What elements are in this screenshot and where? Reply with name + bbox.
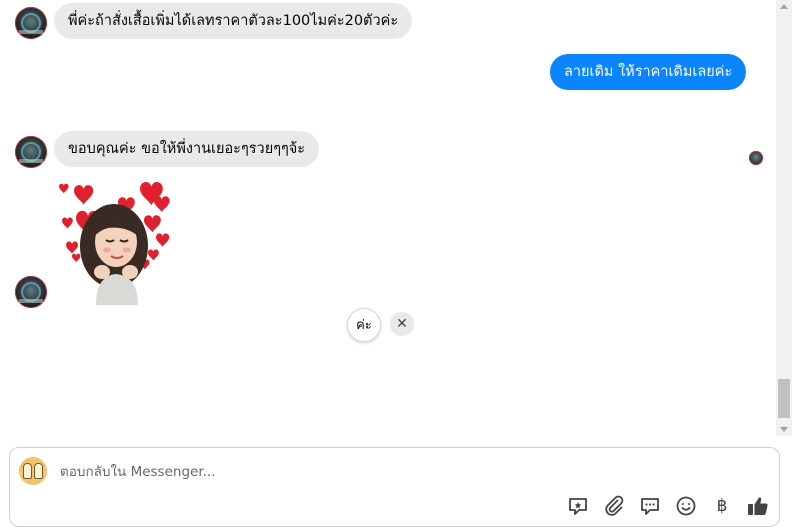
- like-icon[interactable]: [746, 494, 770, 518]
- message-thread: พี่ค่ะถ้าสั่งเสื้อเพิ่มได้เลทราคาตัวละ10…: [0, 0, 776, 436]
- contact-avatar[interactable]: [15, 7, 47, 39]
- outgoing-message: ลายเดิม ให้ราคาเดิมเลยค่ะ: [550, 54, 747, 90]
- scroll-up-arrow[interactable]: [776, 0, 792, 14]
- message-composer: ฿: [9, 447, 780, 527]
- quick-reply-icon[interactable]: [566, 494, 590, 518]
- scroll-thumb[interactable]: [778, 379, 790, 418]
- emoji-icon[interactable]: [674, 494, 698, 518]
- close-quick-reply-button[interactable]: ✕: [390, 312, 414, 336]
- incoming-message: ขอบคุณค่ะ ขอให้พี่งานเยอะๆรวยๆๆจ้ะ: [54, 131, 320, 167]
- comment-icon[interactable]: [638, 494, 662, 518]
- reply-input[interactable]: [58, 460, 662, 484]
- quick-reply-chip[interactable]: ค่ะ: [347, 308, 381, 342]
- contact-avatar[interactable]: [15, 136, 47, 168]
- incoming-message: พี่ค่ะถ้าสั่งเสื้อเพิ่มได้เลทราคาตัวละ10…: [54, 3, 413, 39]
- baht-icon[interactable]: ฿: [710, 494, 734, 518]
- scroll-down-arrow[interactable]: [776, 422, 792, 436]
- read-receipt-avatar: [749, 151, 763, 165]
- user-avatar: [19, 457, 47, 485]
- hearts-sticker[interactable]: [56, 180, 176, 305]
- scrollbar[interactable]: [776, 0, 792, 436]
- contact-avatar[interactable]: [15, 276, 47, 308]
- attachment-icon[interactable]: [602, 494, 626, 518]
